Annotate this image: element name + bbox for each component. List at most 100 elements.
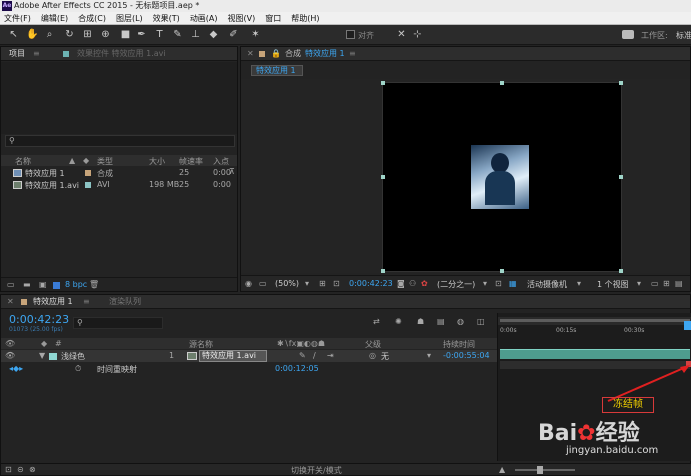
graph-editor-icon[interactable]: ◫ — [477, 317, 485, 326]
clone-stamp-tool-icon[interactable]: ⊥ — [190, 29, 201, 40]
panel-menu-icon[interactable]: ≡ — [83, 295, 90, 309]
render-queue-tab[interactable]: 渲染队列 — [109, 295, 141, 309]
comp-timecode[interactable]: 0:00:42:23 — [349, 279, 393, 288]
pan-behind-tool-icon[interactable]: ⊕ — [100, 29, 111, 40]
grid-icon[interactable]: ⊞ — [319, 279, 326, 288]
motion-blur-icon[interactable]: ◍ — [457, 317, 464, 326]
zoom-slider-thumb[interactable] — [537, 466, 543, 474]
panel-menu-icon[interactable]: ≡ — [33, 47, 40, 61]
transparency-grid-icon[interactable]: ▦ — [509, 279, 517, 288]
timeline-icon[interactable]: ▤ — [675, 279, 683, 288]
project-tab[interactable]: 项目 — [9, 47, 25, 61]
lock-icon[interactable]: 🔒 — [271, 47, 281, 61]
col-name[interactable]: 名称 — [15, 156, 31, 167]
handle-icon[interactable] — [619, 81, 623, 85]
col-fps[interactable]: 帧速率 — [179, 156, 203, 167]
menu-layer[interactable]: 图层(L) — [116, 12, 143, 24]
snapshot-icon[interactable]: ◙ — [397, 279, 405, 288]
menu-help[interactable]: 帮助(H) — [291, 12, 319, 24]
eraser-tool-icon[interactable]: ◆ — [208, 29, 219, 40]
timeline-timecode[interactable]: 0:00:42:23 — [9, 313, 69, 326]
panel-menu-icon[interactable]: ≡ — [349, 47, 356, 61]
shy-layers-icon[interactable]: ☗ — [417, 317, 424, 326]
channel-icon[interactable]: ✿ — [421, 279, 428, 288]
keyframe-nav-icon[interactable]: ◂◆▸ — [9, 364, 23, 373]
chevron-down-icon[interactable]: ▾ — [305, 279, 309, 288]
chevron-down-icon[interactable]: ▾ — [577, 279, 581, 288]
timeline-graph-area[interactable]: 0:00s 00:15s 00:30s 冻结帧 Bai✿经验 jingyan.b… — [497, 313, 691, 461]
effect-switch-icon[interactable]: ⇥ — [327, 351, 334, 360]
work-area-range[interactable] — [500, 319, 690, 322]
quality-switch-icon[interactable]: ∕ — [313, 351, 316, 360]
views-dropdown[interactable]: 1 个视图 — [597, 279, 629, 290]
menu-composition[interactable]: 合成(C) — [78, 12, 106, 24]
draft-3d-icon[interactable]: ✺ — [395, 317, 402, 326]
col-in-point[interactable]: 入点 — [213, 156, 229, 167]
timeline-tab[interactable]: 特效应用 1 — [33, 295, 73, 309]
in-out-icon[interactable]: ⊗ — [29, 465, 36, 474]
monitor-icon[interactable]: ▭ — [259, 279, 267, 288]
collapse-switch-icon[interactable]: ✎ — [299, 351, 306, 360]
resolution-dropdown[interactable]: (二分之一) — [437, 279, 475, 290]
zoom-slider[interactable] — [515, 469, 575, 471]
brush-tool-icon[interactable]: ✎ — [172, 29, 183, 40]
show-snapshot-icon[interactable]: ⚇ — [409, 279, 416, 288]
handle-icon[interactable] — [619, 175, 623, 179]
effects-controls-tab[interactable]: 效果控件 特效应用 1.avi — [77, 47, 166, 61]
pen-tool-icon[interactable]: ✒ — [136, 29, 147, 40]
layer-source-name[interactable]: 特效应用 1.avi — [199, 350, 267, 362]
snap-checkbox[interactable] — [346, 30, 355, 39]
chevron-down-icon[interactable]: ▾ — [427, 351, 431, 360]
frame-blending-icon[interactable]: ▤ — [437, 317, 445, 326]
layer-row[interactable]: 👁 ▼ 浅绿色 1 特效应用 1.avi ✎ ∕ ⇥ ◎ 无 ▾ -0:00:5… — [1, 350, 497, 362]
project-search-input[interactable]: ⚲ — [5, 135, 235, 147]
puppet-tool-icon[interactable]: ✶ — [250, 29, 261, 40]
zoom-out-icon[interactable]: ▲ — [499, 465, 505, 474]
chevron-down-icon[interactable]: ▾ — [483, 279, 487, 288]
new-folder-icon[interactable]: ▬ — [23, 280, 31, 289]
new-composition-icon[interactable]: ▣ — [39, 280, 47, 289]
comp-tab-name[interactable]: 特效应用 1 — [305, 47, 345, 61]
flowchart-icon[interactable]: ⊼ — [229, 167, 235, 176]
toggle-pixel-icon[interactable]: ▭ — [651, 279, 659, 288]
handle-icon[interactable] — [381, 81, 385, 85]
always-preview-icon[interactable]: ◉ — [245, 279, 252, 288]
menu-effect[interactable]: 效果(T) — [153, 12, 180, 24]
parent-pick-whip-icon[interactable]: ◎ — [369, 351, 376, 360]
parent-dropdown[interactable]: 无 — [381, 351, 389, 362]
delete-icon[interactable]: 🗑 — [89, 280, 99, 289]
menu-edit[interactable]: 编辑(E) — [41, 12, 68, 24]
handle-icon[interactable] — [619, 269, 623, 273]
video-visibility-icon[interactable]: 👁 — [5, 351, 15, 360]
camera-tool-icon[interactable]: ⊞ — [82, 29, 93, 40]
transfer-controls-icon[interactable]: ⊝ — [17, 465, 24, 474]
label-color-icon[interactable] — [49, 353, 57, 360]
snap-options-icon[interactable]: ⊹ — [412, 29, 423, 40]
menu-window[interactable]: 窗口 — [265, 12, 281, 24]
layer-duration[interactable]: -0:00:55:04 — [443, 351, 490, 360]
close-icon[interactable]: ✕ — [7, 295, 14, 309]
selection-tool-icon[interactable]: ↖ — [8, 29, 19, 40]
camera-dropdown[interactable]: 活动摄像机 — [527, 279, 567, 290]
stopwatch-icon[interactable]: ⏱ — [75, 364, 81, 374]
chevron-down-icon[interactable]: ▾ — [637, 279, 641, 288]
rectangle-tool-icon[interactable]: ■ — [120, 29, 131, 40]
col-duration[interactable]: 持续时间 — [443, 339, 475, 350]
workspace-icon[interactable] — [622, 30, 634, 39]
roto-brush-tool-icon[interactable]: ✐ — [228, 29, 239, 40]
close-icon[interactable]: ✕ — [247, 47, 254, 61]
menu-file[interactable]: 文件(F) — [4, 12, 31, 24]
col-type[interactable]: 类型 — [97, 156, 113, 167]
snap-icon[interactable]: ✕ — [396, 29, 407, 40]
workspace-value[interactable]: 标准 — [676, 30, 691, 41]
hand-tool-icon[interactable]: ✋ — [26, 29, 38, 40]
zoom-tool-icon[interactable]: ⌕ — [44, 29, 55, 40]
menu-animation[interactable]: 动画(A) — [190, 12, 218, 24]
menu-view[interactable]: 视图(V) — [228, 12, 256, 24]
type-tool-icon[interactable]: T — [154, 29, 165, 40]
project-row[interactable]: 特效应用 1.avi AVI 198 MB 25 0:00 — [1, 179, 237, 191]
work-area-bar[interactable] — [498, 317, 691, 325]
comp-canvas[interactable] — [381, 81, 623, 273]
handle-icon[interactable] — [500, 81, 504, 85]
project-row[interactable]: 特效应用 1 合成 25 0:00 ⊼ — [1, 167, 237, 179]
